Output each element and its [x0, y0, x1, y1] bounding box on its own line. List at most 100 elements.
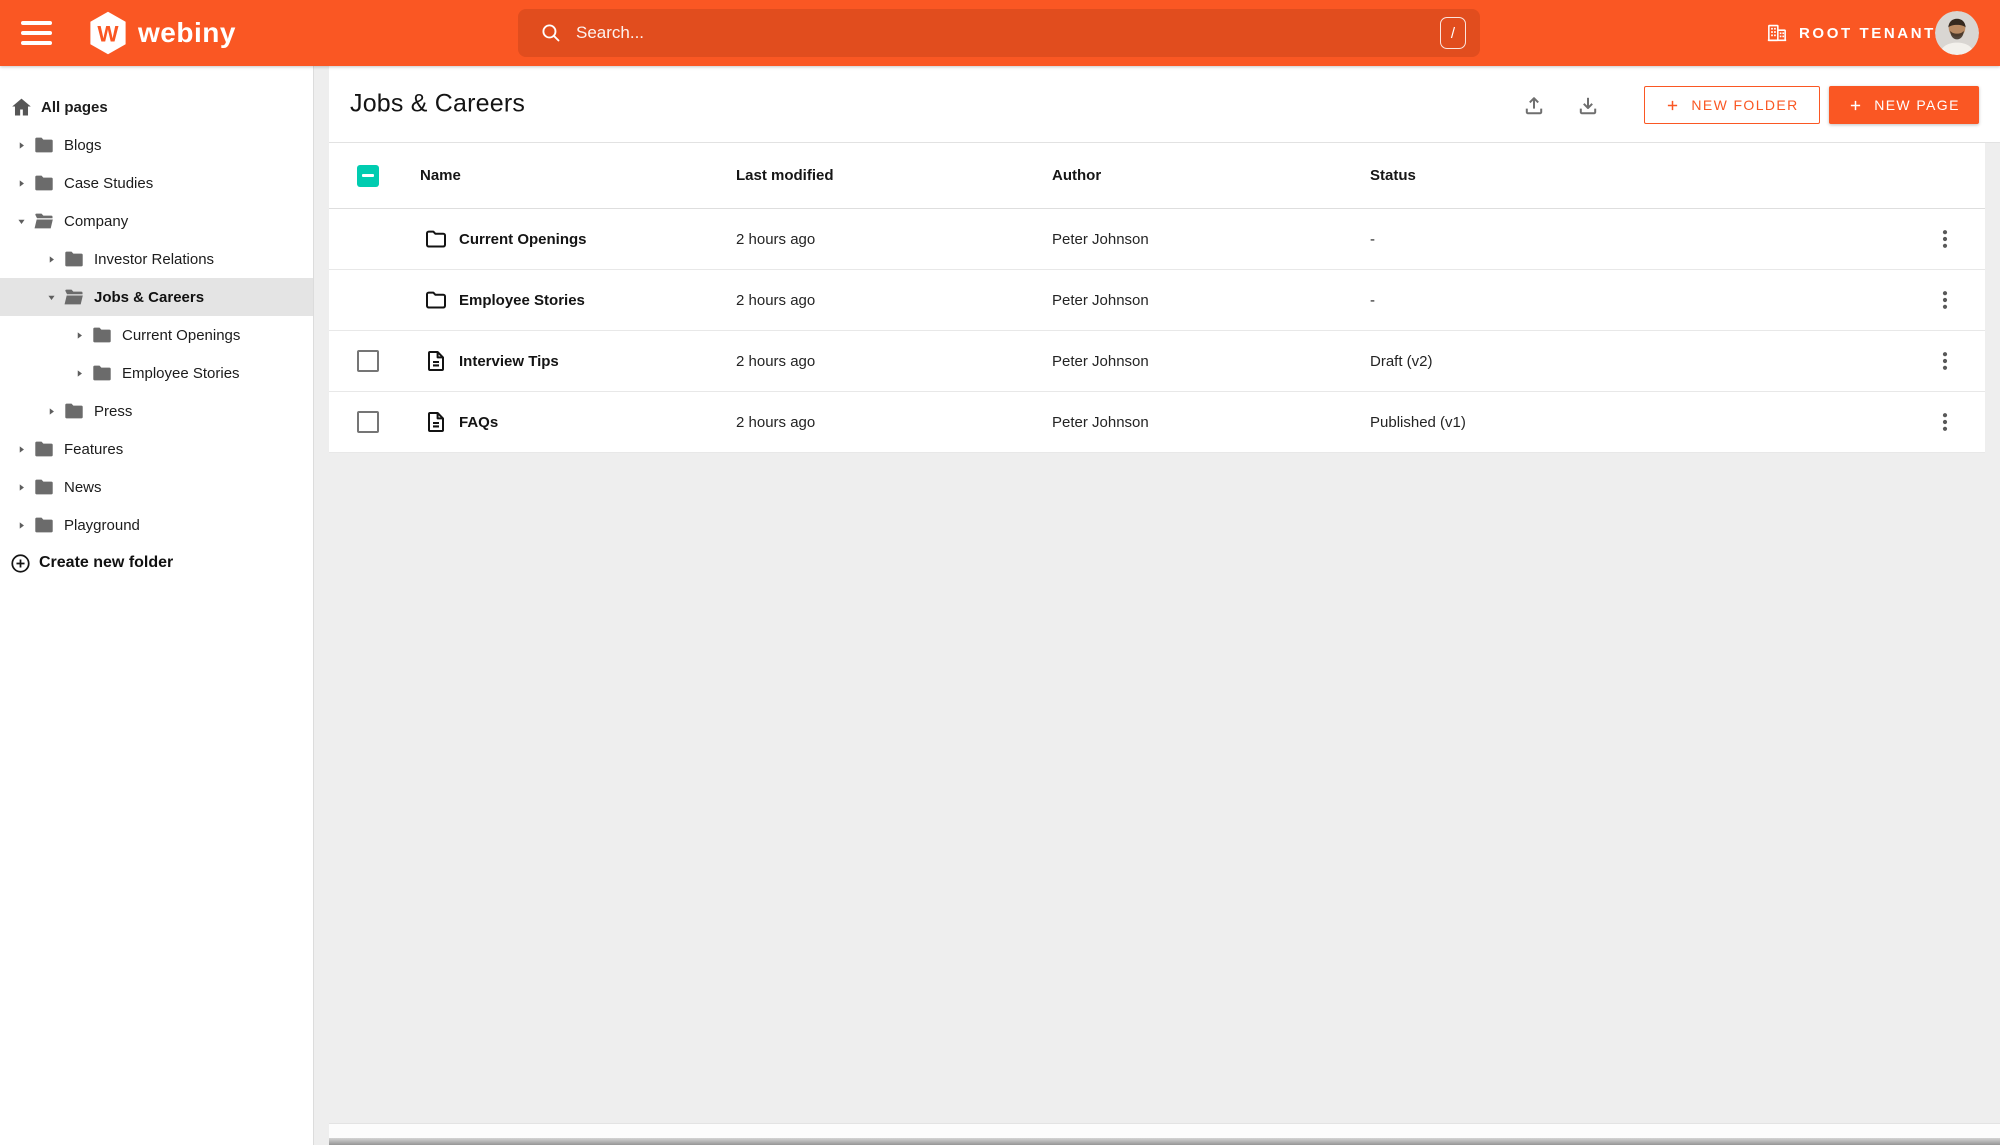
chevron-right-icon[interactable] [42, 250, 60, 268]
page-title: Jobs & Careers [350, 89, 526, 118]
logo-hexagon-icon: W [90, 11, 126, 55]
table-row[interactable]: Employee Stories 2 hours ago Peter Johns… [329, 270, 1985, 331]
sidebar-item-case-studies[interactable]: Case Studies [0, 164, 313, 202]
row-actions-kebab-icon[interactable] [1931, 408, 1959, 436]
row-name[interactable]: Interview Tips [459, 353, 559, 370]
row-author: Peter Johnson [1052, 291, 1149, 309]
sidebar-item-press[interactable]: Press [0, 392, 313, 430]
row-actions-kebab-icon[interactable] [1931, 225, 1959, 253]
new-page-button[interactable]: NEW PAGE [1829, 86, 1979, 124]
folder-tree: All pages Blogs Case Studies Company Inv… [0, 66, 313, 582]
table-row[interactable]: Current Openings 2 hours ago Peter Johns… [329, 209, 1985, 270]
main-content: Jobs & Careers NEW FOLDER NEW PAGE Name … [315, 66, 2000, 1145]
select-all-checkbox[interactable] [357, 164, 379, 187]
new-folder-button[interactable]: NEW FOLDER [1644, 86, 1820, 124]
create-new-folder-button[interactable]: Create new folder [0, 544, 313, 582]
page-header: Jobs & Careers NEW FOLDER NEW PAGE [329, 66, 2000, 143]
column-header-modified[interactable]: Last modified [736, 167, 1052, 184]
folder-icon [91, 362, 113, 384]
row-checkbox[interactable] [357, 350, 379, 372]
row-author: Peter Johnson [1052, 230, 1149, 248]
folder-icon [33, 514, 55, 536]
row-name[interactable]: Employee Stories [459, 292, 585, 309]
chevron-right-icon[interactable] [12, 174, 30, 192]
search-input[interactable] [576, 23, 1440, 43]
row-name[interactable]: Current Openings [459, 231, 587, 248]
chevron-right-icon[interactable] [12, 516, 30, 534]
sidebar-item-label: Company [64, 212, 129, 230]
sidebar-item-label: Features [64, 440, 124, 458]
folder-open-icon [33, 210, 55, 232]
column-header-status[interactable]: Status [1370, 167, 1929, 184]
svg-text:W: W [97, 21, 119, 46]
menu-icon[interactable] [21, 21, 55, 45]
tenant-label: ROOT TENANT [1799, 24, 1936, 42]
row-actions-kebab-icon[interactable] [1931, 286, 1959, 314]
plus-circle-icon [10, 553, 31, 574]
sidebar-item-label: Press [94, 402, 133, 420]
sidebar-item-blogs[interactable]: Blogs [0, 126, 313, 164]
slash-shortcut-badge: / [1440, 17, 1466, 49]
page-document-icon [424, 410, 448, 434]
plus-icon [1848, 98, 1863, 113]
folder-icon [33, 438, 55, 460]
webiny-logo: W webiny [88, 10, 236, 56]
tenant-selector[interactable]: ROOT TENANT [1766, 0, 1936, 66]
sidebar-item-company[interactable]: Company [0, 202, 313, 240]
sidebar-item-label: All pages [41, 98, 108, 116]
sidebar: All pages Blogs Case Studies Company Inv… [0, 66, 314, 1145]
plus-icon [1665, 98, 1680, 113]
sidebar-item-investor-relations[interactable]: Investor Relations [0, 240, 313, 278]
new-page-label: NEW PAGE [1874, 97, 1960, 113]
row-author: Peter Johnson [1052, 352, 1149, 370]
chevron-right-icon[interactable] [12, 440, 30, 458]
sidebar-item-label: Jobs & Careers [94, 288, 205, 306]
row-modified: 2 hours ago [736, 413, 816, 431]
search-bar[interactable]: / [518, 9, 1480, 57]
export-download-icon[interactable] [1568, 85, 1608, 125]
row-status: Published (v1) [1370, 413, 1466, 431]
sidebar-item-label: Current Openings [122, 326, 241, 344]
chevron-down-icon[interactable] [42, 288, 60, 306]
table-row[interactable]: FAQs 2 hours ago Peter Johnson Published… [329, 392, 1985, 453]
sidebar-item-current-openings[interactable]: Current Openings [0, 316, 313, 354]
table-row[interactable]: Interview Tips 2 hours ago Peter Johnson… [329, 331, 1985, 392]
row-name[interactable]: FAQs [459, 414, 498, 431]
sidebar-item-playground[interactable]: Playground [0, 506, 313, 544]
chevron-right-icon[interactable] [70, 364, 88, 382]
sidebar-item-label: Playground [64, 516, 140, 534]
sidebar-item-label: Blogs [64, 136, 102, 154]
row-modified: 2 hours ago [736, 291, 816, 309]
chevron-right-icon[interactable] [42, 402, 60, 420]
horizontal-scrollbar-track[interactable] [329, 1123, 2000, 1138]
row-actions-kebab-icon[interactable] [1931, 347, 1959, 375]
sidebar-item-employee-stories[interactable]: Employee Stories [0, 354, 313, 392]
chevron-down-icon[interactable] [12, 212, 30, 230]
folder-icon [424, 227, 448, 251]
chevron-right-icon[interactable] [70, 326, 88, 344]
row-status: - [1370, 230, 1375, 248]
chevron-right-icon[interactable] [12, 136, 30, 154]
sidebar-item-label: Case Studies [64, 174, 154, 192]
folder-icon [424, 288, 448, 312]
row-checkbox[interactable] [357, 411, 379, 433]
folder-icon [33, 172, 55, 194]
import-upload-icon[interactable] [1514, 85, 1554, 125]
folder-icon [63, 248, 85, 270]
sidebar-item-features[interactable]: Features [0, 430, 313, 468]
sidebar-item-all-pages[interactable]: All pages [0, 88, 313, 126]
top-bar: W webiny / ROOT TENANT [0, 0, 2000, 66]
search-icon [540, 22, 562, 44]
sidebar-item-label: News [64, 478, 102, 496]
sidebar-item-label: Investor Relations [94, 250, 215, 268]
chevron-right-icon[interactable] [12, 478, 30, 496]
row-modified: 2 hours ago [736, 230, 816, 248]
avatar[interactable] [1935, 11, 1979, 55]
column-header-author[interactable]: Author [1052, 167, 1370, 184]
row-status: Draft (v2) [1370, 352, 1433, 370]
column-header-name[interactable]: Name [420, 167, 736, 184]
page-document-icon [424, 349, 448, 373]
sidebar-item-jobs-careers[interactable]: Jobs & Careers [0, 278, 313, 316]
sidebar-item-label: Employee Stories [122, 364, 240, 382]
sidebar-item-news[interactable]: News [0, 468, 313, 506]
